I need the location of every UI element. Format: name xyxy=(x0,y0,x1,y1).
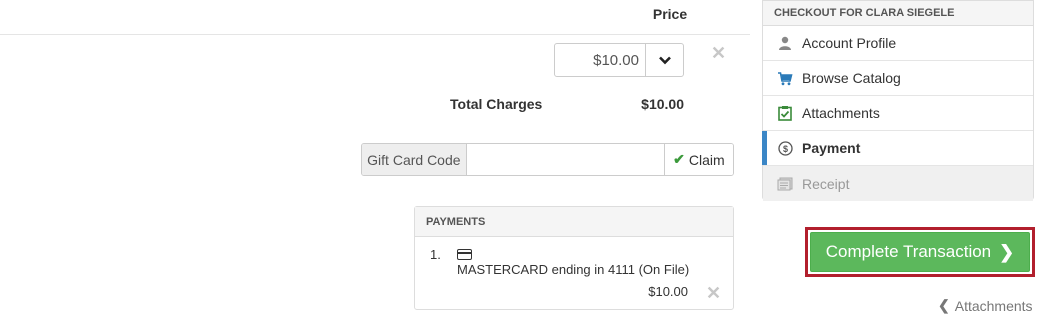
gift-card-group: Gift Card Code ✔ Claim xyxy=(361,143,734,176)
nav-item-browse-catalog[interactable]: Browse Catalog xyxy=(763,61,1033,96)
dollar-circle-icon: $ xyxy=(777,140,793,156)
complete-transaction-label: Complete Transaction xyxy=(825,242,992,261)
claim-button[interactable]: ✔ Claim xyxy=(663,144,733,175)
payment-number: 1. xyxy=(430,247,441,262)
total-charges-value: $10.00 xyxy=(641,96,684,112)
payments-panel: PAYMENTS 1. MASTERCARD ending in 4111 (O… xyxy=(414,206,734,310)
nav-item-attachments[interactable]: Attachments xyxy=(763,96,1033,131)
complete-transaction-button[interactable]: Complete Transaction ❯ xyxy=(810,232,1030,272)
gift-card-label: Gift Card Code xyxy=(362,144,467,175)
cart-icon xyxy=(777,70,793,86)
nav-item-label: Payment xyxy=(802,140,861,156)
chevron-down-icon xyxy=(658,56,671,64)
price-dropdown-button[interactable] xyxy=(645,44,683,76)
chevron-left-icon: ❮ xyxy=(938,297,950,313)
svg-text:$: $ xyxy=(782,144,787,154)
payments-header: PAYMENTS xyxy=(415,207,733,237)
nav-item-label: Receipt xyxy=(802,175,850,192)
price-column-header: Price xyxy=(652,6,688,22)
claim-label: Claim xyxy=(688,151,725,168)
payment-description: MASTERCARD ending in 4111 (On File) xyxy=(457,262,690,277)
credit-card-icon xyxy=(457,249,472,260)
remove-item-icon[interactable]: ✕ xyxy=(711,44,726,62)
nav-item-label: Browse Catalog xyxy=(802,70,901,86)
back-link-label: Attachments xyxy=(954,297,1033,314)
chevron-right-icon: ❯ xyxy=(999,241,1015,262)
nav-item-receipt: Receipt xyxy=(763,166,1033,201)
checkout-nav-title: Checkout for Clara Siegele xyxy=(763,1,1033,26)
checkout-nav-panel: Checkout for Clara Siegele Account Profi… xyxy=(762,0,1034,201)
receipt-icon xyxy=(777,176,793,192)
nav-item-payment[interactable]: $ Payment xyxy=(762,131,1033,166)
payment-amount: $10.00 xyxy=(648,284,688,299)
total-charges-label: Total Charges xyxy=(450,96,543,112)
remove-payment-icon[interactable]: ✕ xyxy=(706,284,721,302)
back-to-attachments-link[interactable]: ❮ Attachments xyxy=(938,297,1033,314)
check-icon: ✔ xyxy=(673,151,685,167)
gift-card-input[interactable] xyxy=(466,144,664,175)
nav-item-account-profile[interactable]: Account Profile xyxy=(763,26,1033,61)
clipboard-icon xyxy=(777,105,793,121)
user-icon xyxy=(777,35,793,51)
nav-item-label: Account Profile xyxy=(802,35,897,51)
complete-transaction-highlight: Complete Transaction ❯ xyxy=(805,227,1035,277)
price-value: $10.00 xyxy=(593,51,639,69)
header-divider xyxy=(0,34,750,35)
nav-item-label: Attachments xyxy=(802,105,880,121)
price-select[interactable]: $10.00 xyxy=(554,43,684,77)
